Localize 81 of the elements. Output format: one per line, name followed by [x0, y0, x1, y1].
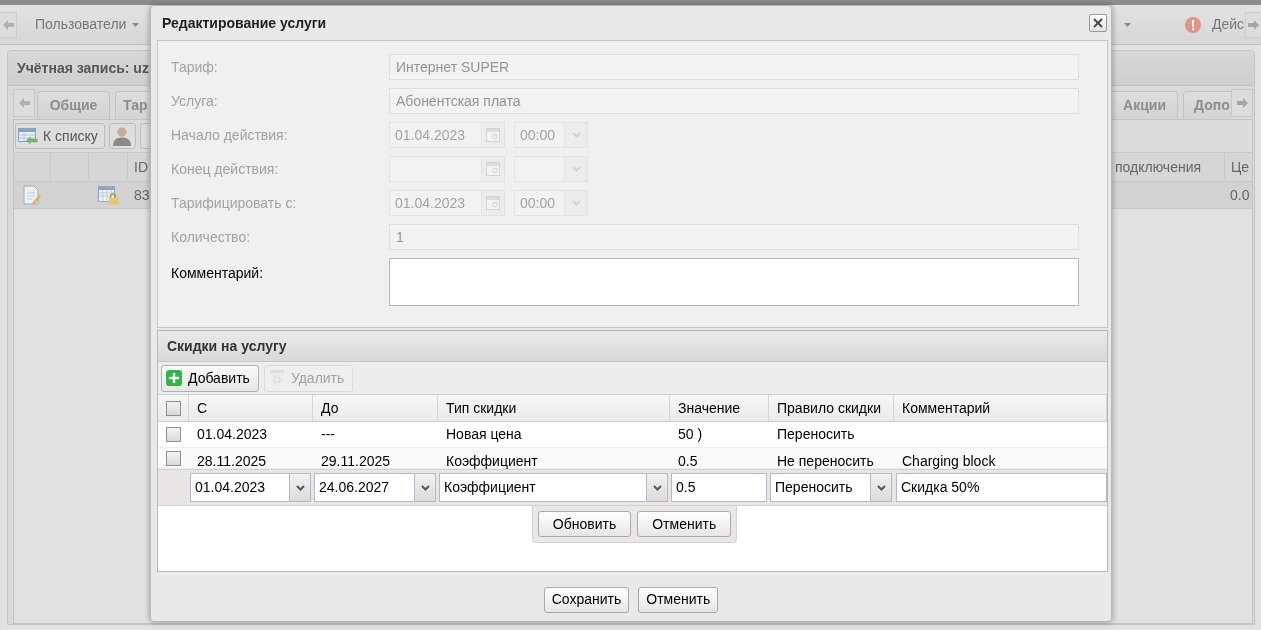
arrow-right-icon	[1236, 97, 1248, 108]
table-cell-text: 50 )	[678, 425, 703, 444]
text-field[interactable]: 0.5	[671, 473, 767, 502]
calendar-icon	[486, 128, 500, 142]
column-header[interactable]: Правило скидки	[769, 395, 894, 421]
combo-field[interactable]: 24.06.2027	[314, 473, 436, 502]
scroll-left-button[interactable]	[13, 88, 35, 117]
back-to-list-button[interactable]: К списку	[15, 123, 105, 149]
combo-field[interactable]: Коэффициент	[439, 473, 668, 502]
column-header[interactable]: Це	[1231, 156, 1250, 178]
column-header[interactable]: подключения	[1115, 156, 1202, 178]
scroll-left-button[interactable]	[0, 11, 17, 38]
table-cell-text: Переносить	[777, 425, 855, 444]
column-header[interactable]: С	[189, 395, 313, 421]
chevron-down-icon	[652, 484, 662, 491]
column-header[interactable]: ID	[134, 156, 148, 178]
column-header[interactable]: Значение	[670, 395, 769, 421]
text-field[interactable]: Скидка 50%	[896, 473, 1107, 502]
chevron-down-icon	[420, 484, 430, 491]
field-label: Тариф:	[171, 57, 218, 77]
chevron-down-icon	[571, 166, 581, 172]
table-cell-text: 29.11.2025	[321, 452, 391, 471]
table-cell-text: 0.0	[1230, 185, 1250, 205]
table-cell-text: Новая цена	[446, 425, 522, 444]
caret-icon[interactable]	[1123, 22, 1131, 27]
chevron-down-icon	[571, 200, 581, 206]
panel-title: Учётная запись: uz	[17, 58, 149, 78]
dropdown-button[interactable]	[646, 474, 667, 501]
edit-document-icon[interactable]	[23, 185, 42, 205]
combo-field[interactable]: Переносить	[770, 473, 892, 502]
close-icon	[1093, 18, 1103, 28]
close-button[interactable]	[1089, 14, 1107, 32]
field-label: Комментарий:	[171, 264, 264, 283]
grid-row[interactable]: 28.11.2025 29.11.2025 Коэффициент 0.5 Не переносить Charging block	[158, 448, 1107, 469]
dialog-title: Редактирование услуги	[162, 13, 327, 33]
caret-icon	[132, 22, 140, 27]
arrow-left-icon	[2, 19, 14, 30]
save-button[interactable]: Сохранить	[543, 586, 630, 613]
column-header[interactable]: До	[313, 395, 438, 421]
arrow-left-icon	[18, 97, 30, 108]
column-header[interactable]: Тип скидки	[438, 395, 670, 421]
arrow-right-icon	[1248, 19, 1259, 30]
table-cell-text: Charging block	[902, 452, 996, 471]
table-cell-text: Коэффициент	[446, 452, 538, 471]
add-button[interactable]: Добавить	[161, 364, 259, 392]
chevron-down-icon	[571, 132, 581, 138]
scroll-right-button[interactable]	[1231, 88, 1253, 117]
field-label: Начало действия:	[171, 125, 288, 145]
column-header[interactable]: Комментарий	[894, 395, 1107, 421]
user-icon	[113, 126, 132, 146]
dropdown-button[interactable]	[414, 474, 435, 501]
update-button[interactable]: Обновить	[537, 511, 632, 537]
row-checkbox[interactable]	[166, 427, 181, 442]
calendar-icon	[486, 162, 500, 176]
field-label: Тарифицировать с:	[171, 193, 297, 213]
comment-textarea[interactable]	[389, 258, 1079, 306]
table-cell-text: 0.5	[678, 452, 698, 471]
scroll-right-button[interactable]	[1245, 11, 1261, 38]
table-cell-text: Не переносить	[777, 452, 874, 471]
chevron-down-icon	[295, 484, 305, 491]
combo-field[interactable]: 01.04.2023	[190, 473, 311, 502]
plus-icon	[166, 370, 182, 386]
table-cell-text: 83	[134, 185, 150, 205]
calendar-lock-icon[interactable]	[98, 185, 119, 205]
dropdown-button[interactable]	[289, 474, 310, 501]
cancel-button[interactable]: Отменить	[638, 586, 719, 613]
field-label: Количество:	[171, 227, 251, 247]
calendar-icon	[486, 196, 500, 210]
toolbar-button[interactable]	[139, 123, 152, 149]
field-label: Конец действия:	[171, 159, 279, 179]
table-cell-text: 28.11.2025	[197, 452, 267, 471]
chevron-down-icon	[876, 484, 886, 491]
row-checkbox[interactable]	[166, 451, 181, 466]
panel-title: Скидки на услугу	[167, 336, 287, 356]
cancel-button[interactable]: Отменить	[637, 511, 732, 537]
user-button[interactable]	[108, 123, 136, 149]
alert-icon[interactable]	[1184, 16, 1201, 33]
table-cell-text: 01.04.2023	[197, 425, 268, 444]
dropdown-button[interactable]	[870, 474, 891, 501]
select-all-checkbox[interactable]	[165, 400, 181, 416]
table-cell-text: ---	[321, 425, 335, 444]
